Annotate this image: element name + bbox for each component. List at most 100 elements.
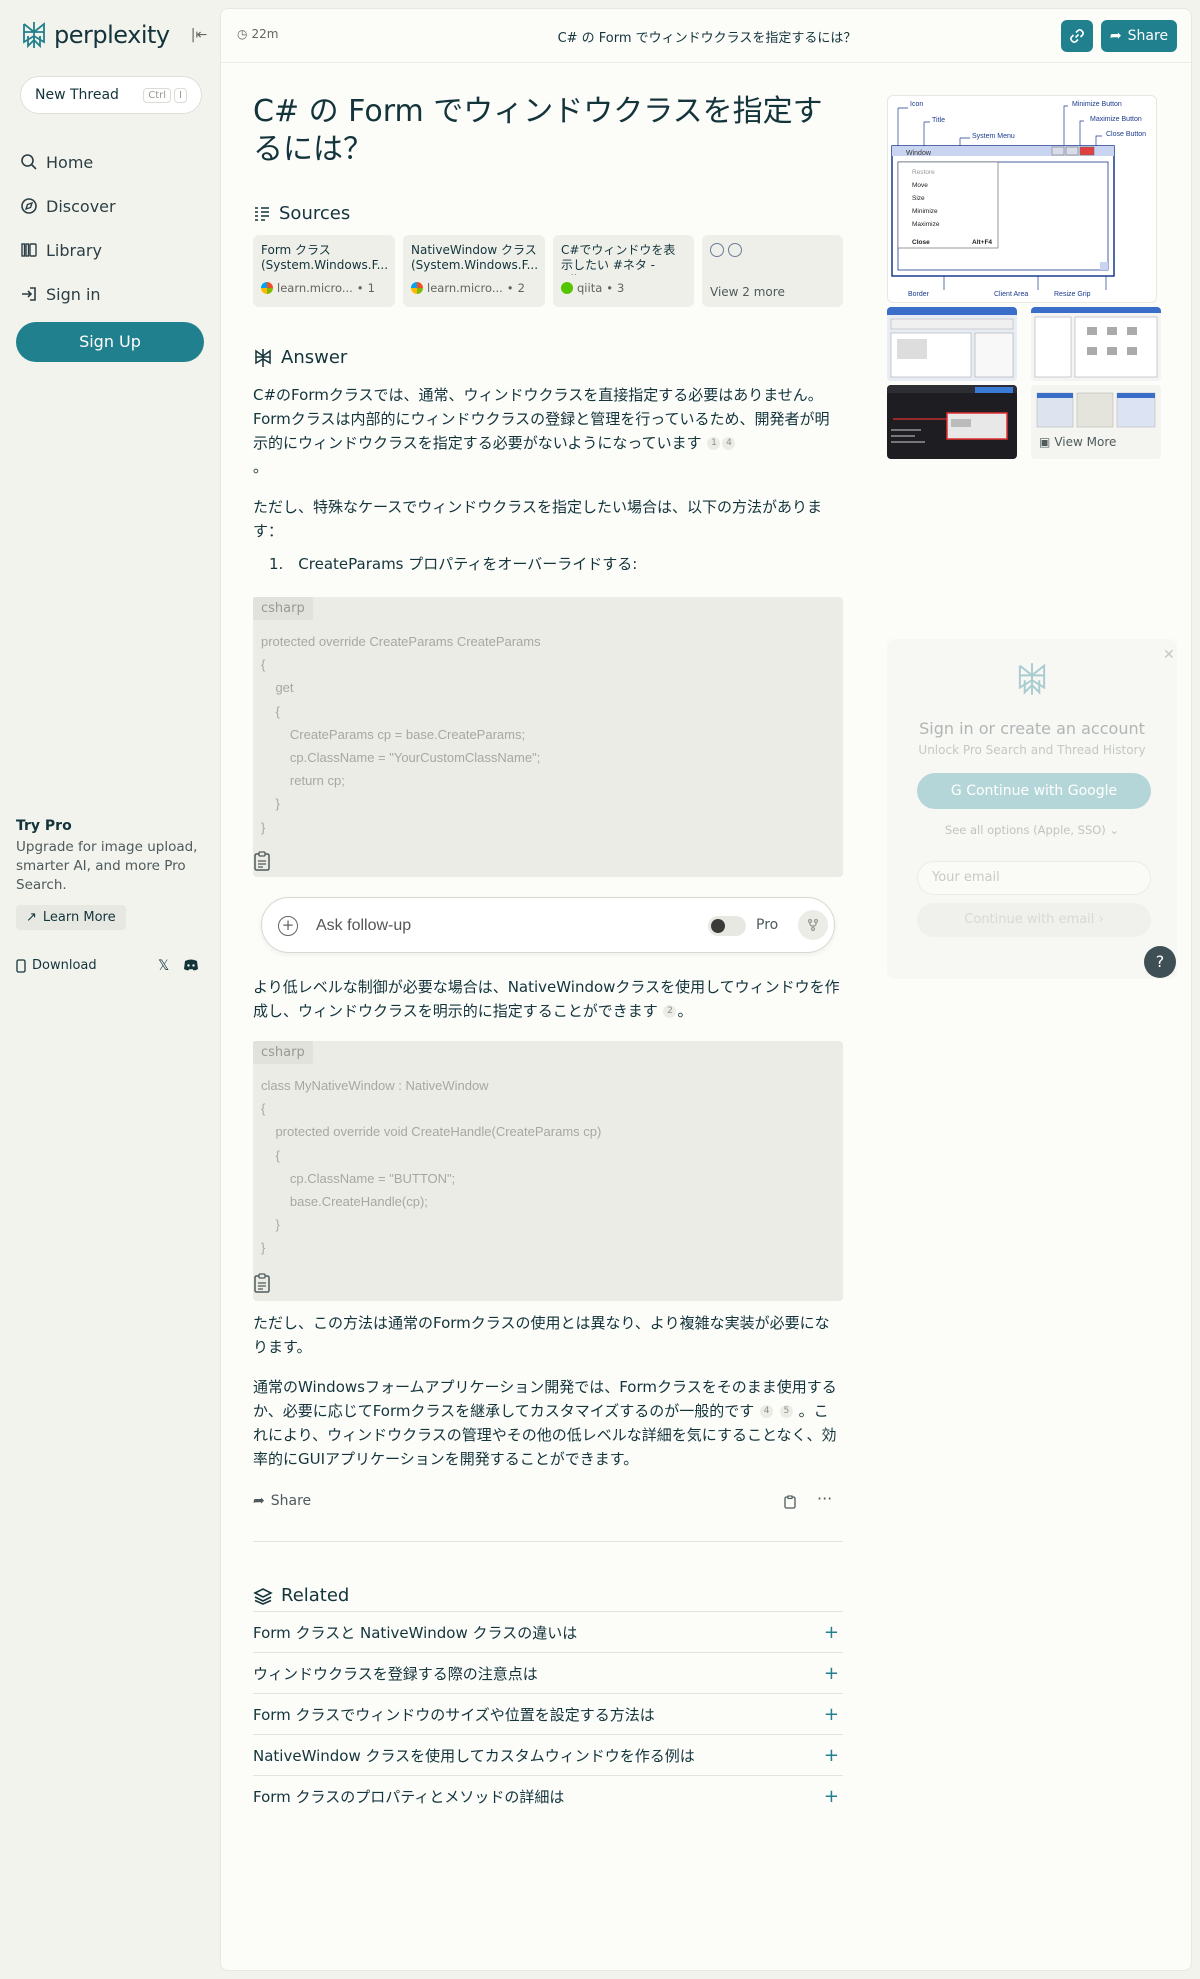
close-icon[interactable]: ✕ — [1163, 647, 1175, 663]
image-result-main[interactable]: Icon Title System Menu Minimize Button M… — [887, 95, 1157, 303]
source-number: 1 — [367, 281, 375, 295]
view-more-images-button[interactable]: ▣ View More — [1031, 385, 1161, 459]
copy-icon[interactable] — [784, 1495, 796, 1509]
see-all-options-button[interactable]: See all options (Apple, SSO) ⌄ — [887, 823, 1177, 837]
diagram-menu-shortcut: Alt+F4 — [972, 239, 992, 246]
pro-toggle[interactable] — [708, 916, 746, 936]
sidebar-item-sign-in[interactable]: Sign in — [20, 272, 200, 316]
citation-badge[interactable]: 1 — [707, 437, 721, 450]
citation-badge[interactable]: 4 — [760, 1405, 774, 1418]
divider — [253, 1541, 843, 1542]
diagram-window-title: Window — [906, 150, 932, 157]
source-title: NativeWindow クラス (System.Windows.F... — [411, 243, 537, 272]
try-pro-title: Try Pro — [16, 818, 72, 834]
answer-text: 。 — [677, 1002, 693, 1020]
chevron-down-icon: ⌄ — [1109, 823, 1120, 837]
plus-icon: + — [823, 1621, 839, 1643]
continue-email-label: Continue with email — [964, 912, 1095, 927]
image-thumbnail[interactable] — [887, 385, 1017, 459]
download-button[interactable]: Download — [16, 958, 97, 973]
copy-code-icon[interactable] — [253, 851, 271, 871]
related-heading: Related — [253, 1585, 349, 1606]
sign-in-subtitle: Unlock Pro Search and Thread History — [918, 743, 1146, 757]
copy-link-button[interactable] — [1061, 20, 1093, 52]
view-more-images-label: View More — [1054, 435, 1117, 449]
related-layers-icon — [253, 1587, 273, 1605]
plus-icon: + — [823, 1785, 839, 1807]
sidebar-item-label: Discover — [46, 196, 116, 216]
code-line: return cp; — [261, 773, 345, 789]
continue-with-google-button[interactable]: G Continue with Google — [917, 773, 1151, 809]
diagram-menu-item: Size — [912, 195, 925, 202]
source-card[interactable]: C#でウィンドウを表示したい #ネタ - Qiita qiita • 3 — [553, 235, 694, 307]
sidebar-item-library[interactable]: Library — [20, 228, 200, 272]
code-block: csharp protected override CreateParams C… — [253, 597, 843, 877]
email-field[interactable]: Your email — [917, 861, 1151, 895]
code-block: csharp class MyNativeWindow : NativeWind… — [253, 1041, 843, 1301]
code-line: { — [261, 1147, 280, 1163]
image-thumbnail[interactable] — [1031, 307, 1161, 381]
related-question-text: Form クラスと NativeWindow クラスの違いは — [253, 1623, 578, 1642]
thread-title: C# の Form でウィンドウクラスを指定するには？ — [557, 31, 857, 46]
related-question-text: ウィンドウクラスを登録する際の注意点は — [253, 1664, 538, 1683]
share-button[interactable]: ➦ Share — [1101, 20, 1177, 52]
related-heading-label: Related — [281, 1585, 350, 1606]
related-list: Form クラスと NativeWindow クラスの違いは + ウィンドウクラス… — [253, 1611, 843, 1816]
sidebar-item-discover[interactable]: Discover — [20, 184, 200, 228]
code-line: } — [261, 796, 280, 812]
related-question[interactable]: ウィンドウクラスを登録する際の注意点は + — [253, 1652, 843, 1693]
related-question[interactable]: NativeWindow クラスを使用してカスタムウィンドウを作る例は + — [253, 1734, 843, 1775]
answer-share-button[interactable]: ➦ Share — [253, 1493, 311, 1509]
attach-plus-icon[interactable]: + — [278, 916, 298, 936]
citation-badge[interactable]: 2 — [663, 1005, 677, 1018]
logo[interactable]: perplexity — [20, 20, 170, 50]
google-icon: G — [950, 783, 962, 799]
plus-icon: + — [823, 1744, 839, 1766]
continue-with-email-button[interactable]: Continue with email › — [917, 903, 1151, 937]
citation-badge[interactable]: 5 — [779, 1405, 793, 1418]
thumbnail-image — [887, 307, 1017, 378]
learn-more-button[interactable]: ↗ Learn More — [16, 905, 126, 930]
source-card[interactable]: Form クラス (System.Windows.F... learn.micr… — [253, 235, 395, 307]
follow-up-input[interactable] — [316, 912, 676, 940]
pro-label: Pro — [756, 917, 779, 933]
sidebar-item-label: Library — [46, 240, 102, 260]
more-options-icon[interactable]: ··· — [817, 1489, 832, 1508]
source-card[interactable]: NativeWindow クラス (System.Windows.F... le… — [403, 235, 545, 307]
related-question[interactable]: Form クラスと NativeWindow クラスの違いは + — [253, 1611, 843, 1652]
help-button[interactable]: ? — [1144, 946, 1176, 978]
new-thread-button[interactable]: New Thread Ctrl I — [20, 76, 202, 114]
arrow-up-right-icon: ↗ — [26, 910, 37, 925]
related-question[interactable]: Form クラスのプロパティとメソッドの詳細は + — [253, 1775, 843, 1816]
kbd-key: I — [174, 87, 187, 103]
view-more-images: ▣ View More — [1039, 435, 1116, 449]
diagram-label-client: Client Area — [994, 291, 1028, 298]
source-site: learn.micro... — [427, 281, 503, 295]
code-line: } — [261, 1240, 266, 1256]
follow-up-bar: + Pro — [261, 897, 835, 953]
code-line: protected override void CreateHandle(Cre… — [261, 1124, 602, 1140]
library-icon — [21, 243, 37, 257]
code-line: class MyNativeWindow : NativeWindow — [261, 1078, 489, 1093]
source-number: 2 — [517, 281, 525, 295]
citation-badge[interactable]: 4 — [722, 437, 736, 450]
answer-text: より低レベルな制御が必要な場合は、NativeWindowクラスを使用してウィン… — [253, 978, 840, 1020]
sign-up-button[interactable]: Sign Up — [16, 322, 204, 362]
discord-icon[interactable] — [183, 958, 199, 972]
image-thumbnail[interactable] — [887, 307, 1017, 381]
x-twitter-icon[interactable]: 𝕏 — [158, 958, 169, 974]
view-more-sources-button[interactable]: View 2 more — [702, 235, 843, 307]
related-question[interactable]: Form クラスでウィンドウのサイズや位置を設定する方法は + — [253, 1693, 843, 1734]
plus-icon: + — [823, 1703, 839, 1725]
globe-icon — [710, 243, 724, 257]
source-sep: • — [506, 281, 514, 295]
source-sep: • — [356, 281, 364, 295]
sidebar-item-home[interactable]: Home — [20, 140, 200, 184]
perplexity-logo-icon — [1018, 663, 1046, 695]
code-line: } — [261, 1217, 280, 1233]
collapse-sidebar-icon[interactable]: |⇤ — [188, 24, 210, 46]
copy-code-icon[interactable] — [253, 1273, 271, 1293]
code-language-label: csharp — [253, 597, 313, 620]
source-site: qiita — [577, 281, 603, 295]
submit-button[interactable] — [798, 910, 828, 940]
